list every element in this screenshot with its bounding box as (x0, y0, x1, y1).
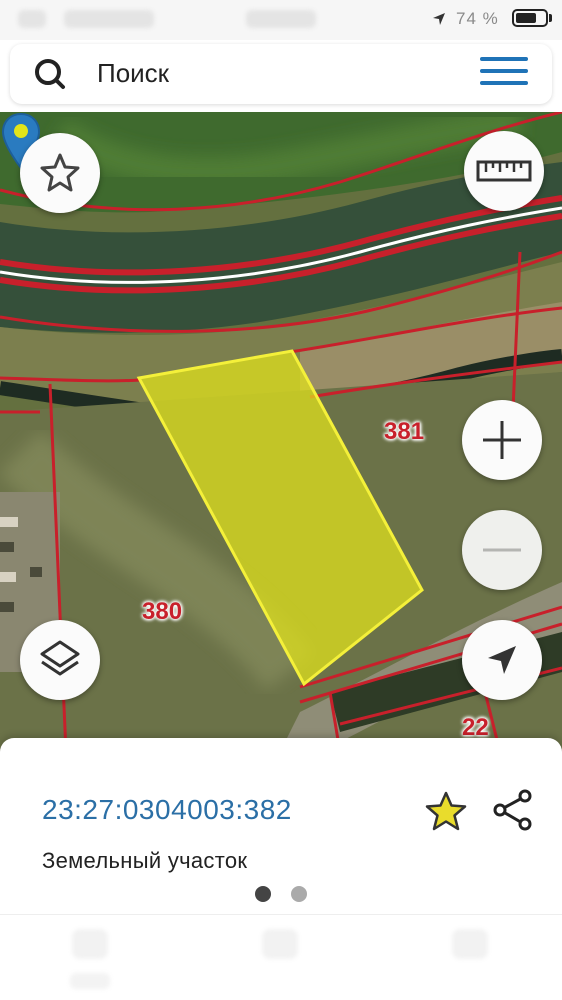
parcel-label-380[interactable]: 380 (142, 598, 182, 626)
my-location-button[interactable] (462, 620, 542, 700)
star-icon[interactable] (424, 790, 468, 834)
zoom-out-icon (483, 548, 521, 552)
clock-indicator (246, 10, 316, 28)
map-view[interactable]: 381 380 22 (0, 112, 562, 752)
nav-item-icon[interactable] (72, 929, 108, 959)
zoom-out-button[interactable] (462, 510, 542, 590)
carrier-indicator (64, 10, 154, 28)
hamburger-menu-icon[interactable] (480, 57, 528, 91)
search-bar[interactable]: Поиск (10, 44, 552, 104)
battery-percent: 74 % (456, 9, 499, 28)
page-dot[interactable] (291, 886, 307, 902)
nav-item-icon[interactable] (452, 929, 488, 959)
navigation-arrow-icon (488, 646, 516, 674)
menu-line (480, 69, 528, 73)
object-info-sheet[interactable]: 23:27:0304003:382 Земельный участок (0, 738, 562, 914)
status-bar: 74 % (0, 0, 562, 40)
nav-item-label (70, 973, 110, 989)
menu-line (480, 81, 528, 85)
battery-icon (512, 9, 548, 27)
layers-icon (40, 640, 80, 676)
star-outline-icon (40, 153, 80, 192)
cadastral-number[interactable]: 23:27:0304003:382 (42, 794, 292, 826)
battery-fill (516, 13, 536, 23)
favorites-button[interactable] (20, 133, 100, 213)
menu-line (480, 57, 528, 61)
battery-cap (549, 14, 552, 22)
object-type-label: Земельный участок (42, 848, 248, 873)
search-icon[interactable] (32, 56, 68, 92)
page-dot-active[interactable] (255, 886, 271, 902)
bottom-navigation[interactable] (0, 914, 562, 1000)
layers-button[interactable] (20, 620, 100, 700)
search-input[interactable]: Поиск (97, 58, 169, 89)
parcel-label-381[interactable]: 381 (384, 418, 424, 446)
share-icon[interactable] (490, 788, 534, 832)
ruler-icon (476, 160, 532, 182)
location-arrow-icon (433, 13, 445, 25)
nav-item-icon[interactable] (262, 929, 298, 959)
ruler-button[interactable] (464, 131, 544, 211)
signal-indicator (18, 10, 46, 28)
zoom-in-button[interactable] (462, 400, 542, 480)
zoom-in-icon (483, 421, 521, 459)
